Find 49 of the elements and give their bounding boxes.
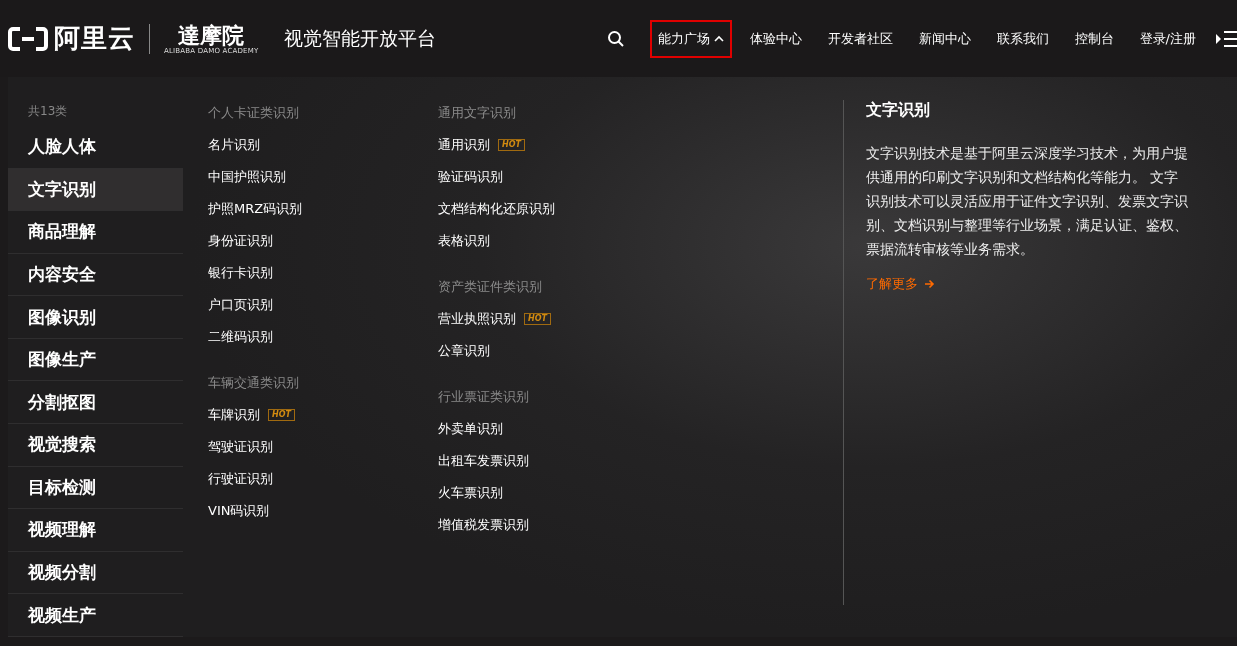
- service-link[interactable]: 驾驶证识别: [208, 438, 273, 456]
- category-item[interactable]: 文字识别: [8, 168, 183, 212]
- group-title: 车辆交通类识别: [208, 374, 300, 392]
- service-link[interactable]: 护照MRZ码识别: [208, 200, 303, 218]
- caret-icon: [713, 34, 724, 43]
- platform-title: 视觉智能开放平台: [284, 25, 437, 51]
- service-link[interactable]: 中国护照识别: [208, 168, 286, 186]
- service-link[interactable]: 火车票识别: [438, 484, 503, 502]
- nav-link[interactable]: 登录/注册: [1131, 19, 1204, 58]
- nav-link[interactable]: 体验中心: [741, 19, 810, 58]
- service-link[interactable]: 外卖单识别: [438, 420, 503, 438]
- service-link[interactable]: 营业执照识别: [438, 310, 516, 328]
- logo-icon: [8, 26, 48, 51]
- academy-name: 達摩院: [178, 22, 245, 47]
- menu-icon[interactable]: [1215, 29, 1237, 48]
- service-link[interactable]: 行驶证识别: [208, 470, 273, 488]
- nav-link[interactable]: 联系我们: [988, 19, 1057, 58]
- hot-tag: HOT: [268, 409, 295, 421]
- learn-more-link[interactable]: 了解更多: [866, 275, 935, 293]
- hot-tag: HOT: [524, 313, 551, 325]
- service-link[interactable]: 户口页识别: [208, 296, 273, 314]
- service-link[interactable]: 表格识别: [438, 232, 490, 250]
- brand-name: 阿里云: [54, 22, 135, 55]
- group-title: 个人卡证类识别: [208, 104, 300, 122]
- group-title: 行业票证类识别: [438, 388, 530, 406]
- service-link[interactable]: 银行卡识别: [208, 264, 273, 282]
- nav-link[interactable]: 能力广场: [649, 19, 732, 58]
- search-icon[interactable]: [606, 29, 625, 48]
- service-link[interactable]: 验证码识别: [438, 168, 503, 186]
- service-link[interactable]: 公章识别: [438, 342, 490, 360]
- service-link[interactable]: 名片识别: [208, 136, 260, 154]
- service-link[interactable]: 增值税发票识别: [438, 516, 529, 534]
- service-link[interactable]: 出租车发票识别: [438, 452, 529, 470]
- detail-description: 文字识别技术是基于阿里云深度学习技术，为用户提供通用的印刷文字识别和文档结构化等能力。 文字识别技术可以灵活应用于证件文字识别、发票文字识别、文档识别与整理等行业场景，满足认证、鉴权、票据流转审核等业务需求。: [866, 144, 1189, 259]
- service-link[interactable]: 二维码识别: [208, 328, 273, 346]
- arrow-icon: [924, 279, 935, 289]
- category-count: 共13类: [27, 103, 69, 120]
- detail-title: 文字识别: [866, 100, 931, 121]
- service-link[interactable]: 身份证识别: [208, 232, 273, 250]
- nav-link[interactable]: 开发者社区: [819, 19, 901, 58]
- group-title: 资产类证件类识别: [438, 278, 543, 296]
- service-link[interactable]: 通用识别: [438, 136, 490, 154]
- service-link[interactable]: VIN码识别: [208, 502, 270, 520]
- group-title: 通用文字识别: [438, 104, 517, 122]
- service-link[interactable]: 文档结构化还原识别: [438, 200, 555, 218]
- service-link[interactable]: 车牌识别: [208, 406, 260, 424]
- nav-link[interactable]: 控制台: [1066, 19, 1122, 58]
- nav-link[interactable]: 新闻中心: [910, 19, 979, 58]
- hot-tag: HOT: [498, 139, 525, 151]
